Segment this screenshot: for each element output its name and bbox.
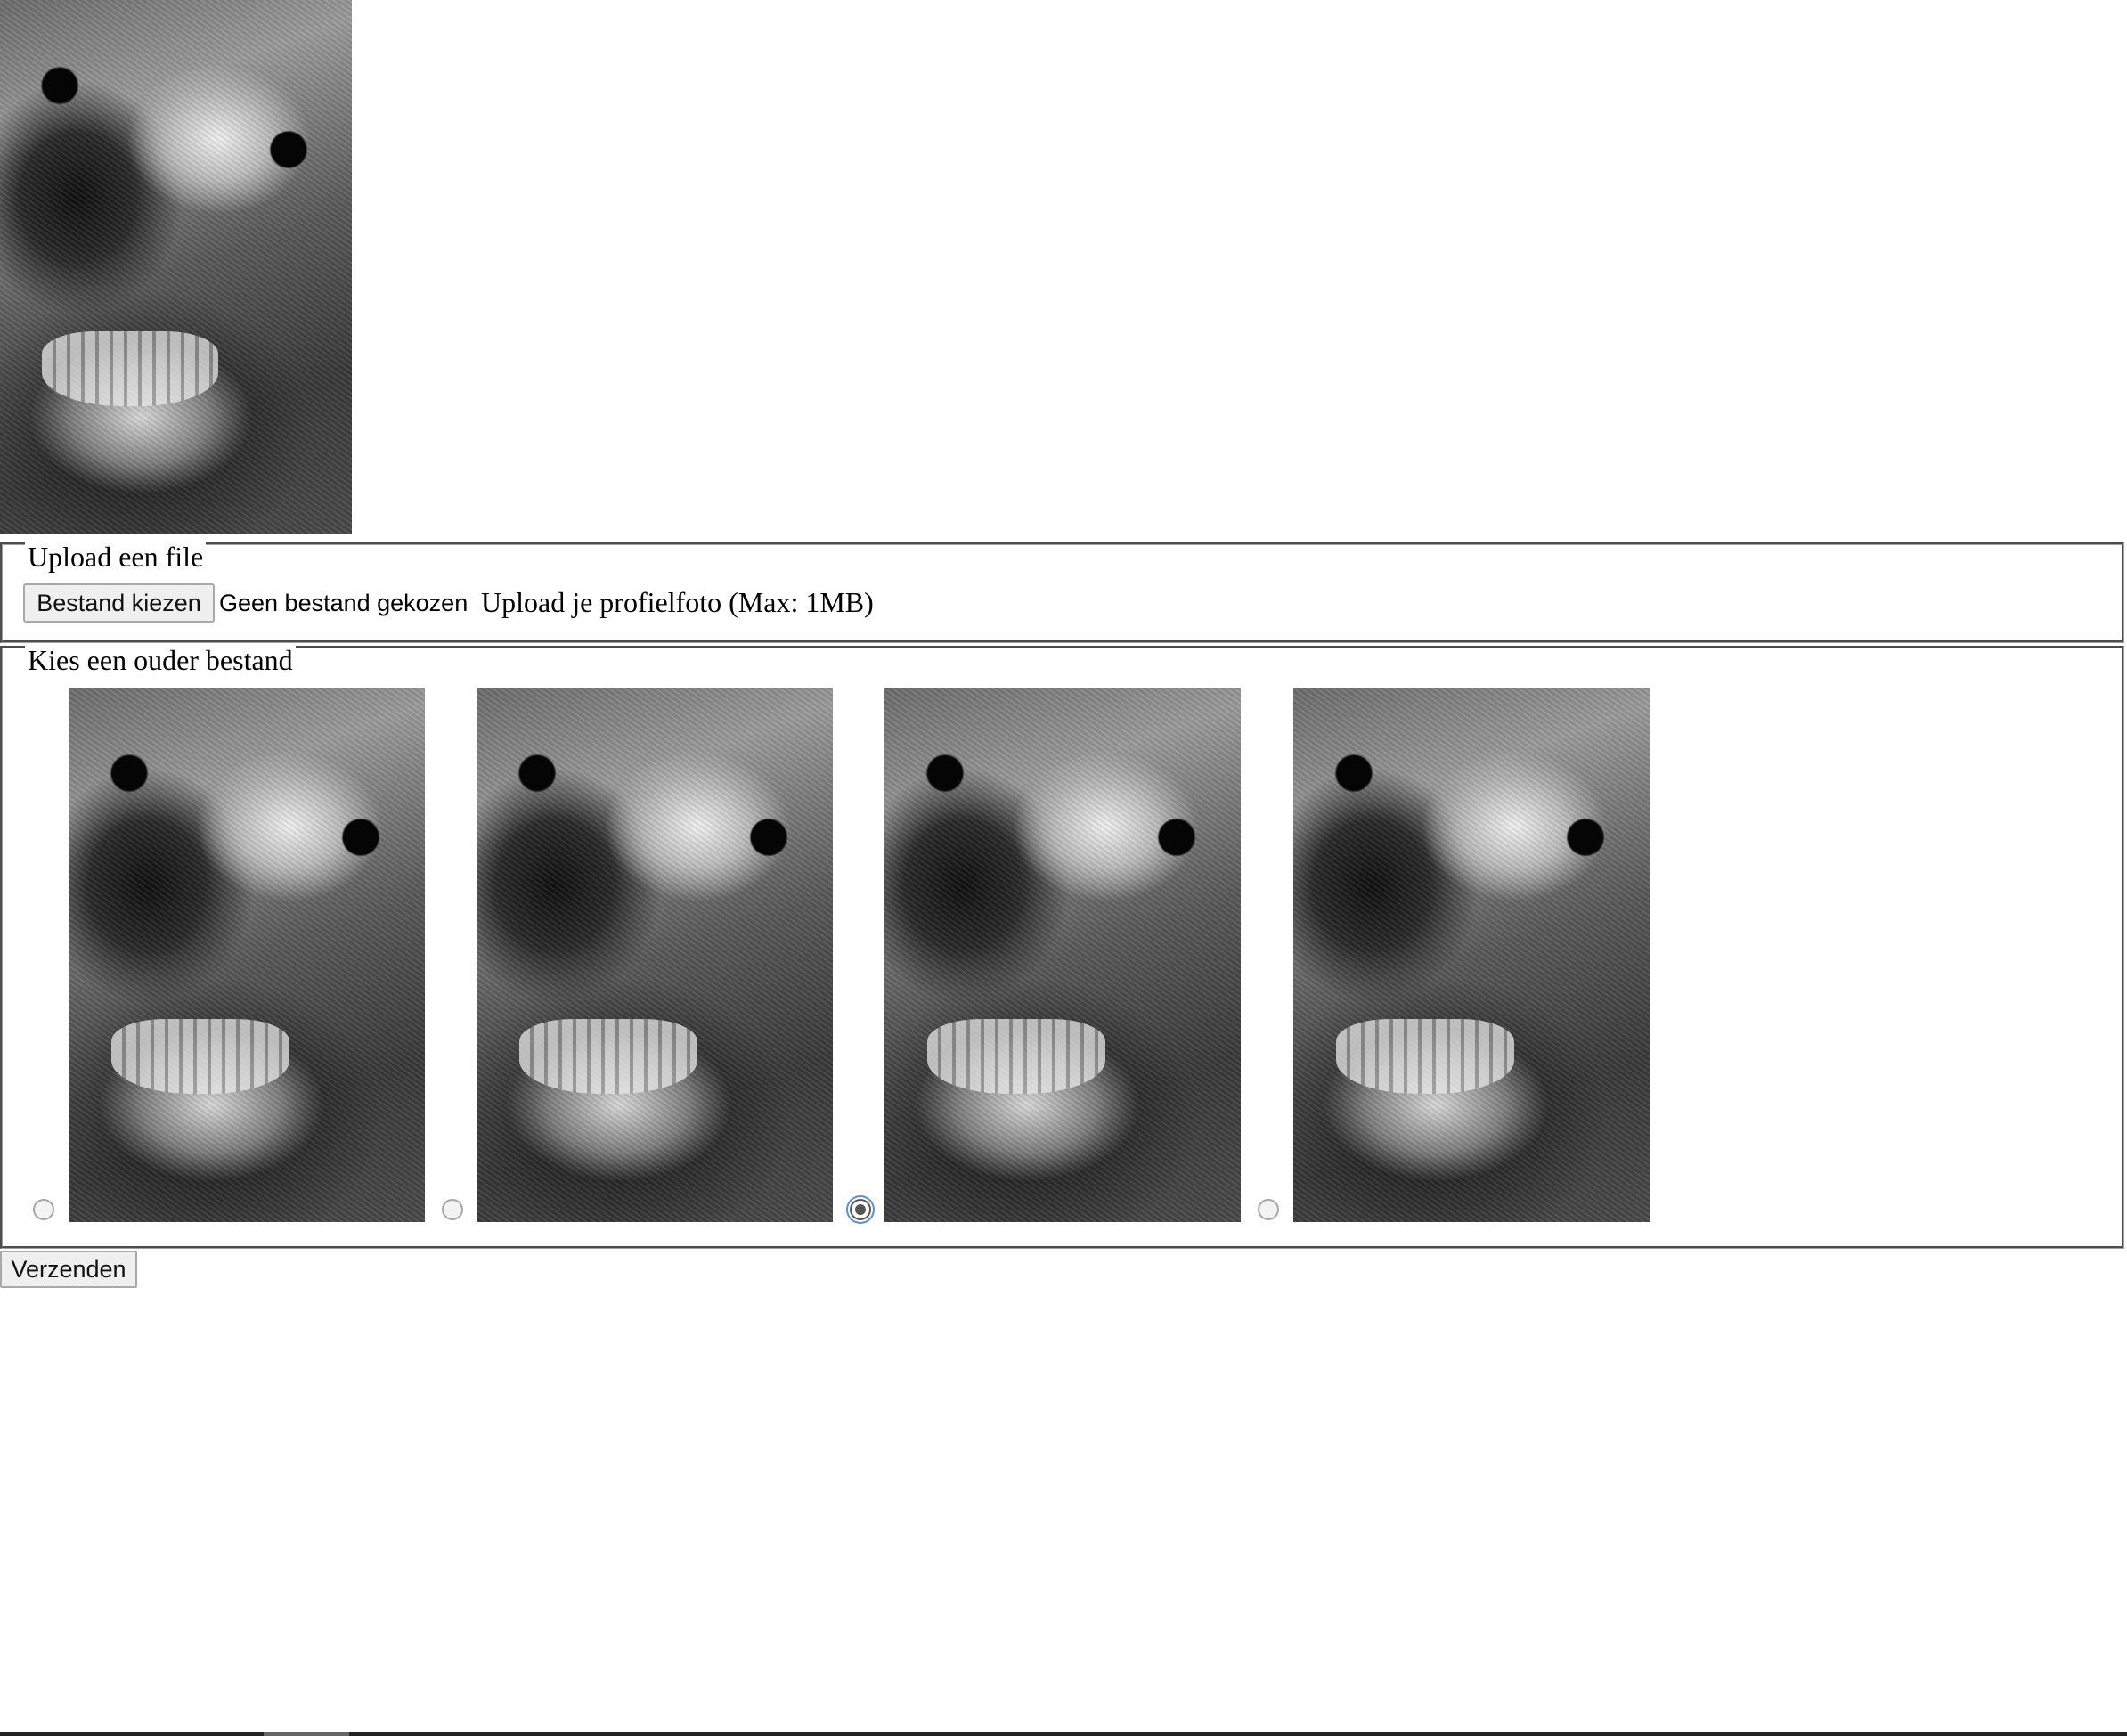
- older-file-thumbnail-1[interactable]: [69, 688, 425, 1222]
- submit-button[interactable]: Verzenden: [0, 1251, 137, 1288]
- older-file-radio-1[interactable]: [33, 1199, 54, 1220]
- upload-legend: Upload een file: [25, 542, 207, 572]
- older-file-thumbnail-3[interactable]: [884, 688, 1241, 1222]
- older-file-radio-3[interactable]: [850, 1199, 871, 1220]
- older-file-thumbnail-4[interactable]: [1293, 688, 1650, 1222]
- upload-hint: Upload je profielfoto (Max: 1MB): [481, 586, 874, 618]
- choose-file-button[interactable]: Bestand kiezen: [23, 583, 215, 623]
- file-status: Geen bestand gekozen: [219, 590, 469, 616]
- profile-photo: [0, 0, 352, 534]
- older-file-radio-4[interactable]: [1258, 1199, 1279, 1220]
- older-file-thumbnail-2[interactable]: [477, 688, 833, 1222]
- older-file-legend: Kies een ouder bestand: [25, 645, 296, 675]
- window-bottom-tab: [264, 1732, 349, 1736]
- older-file-radio-2[interactable]: [442, 1199, 463, 1220]
